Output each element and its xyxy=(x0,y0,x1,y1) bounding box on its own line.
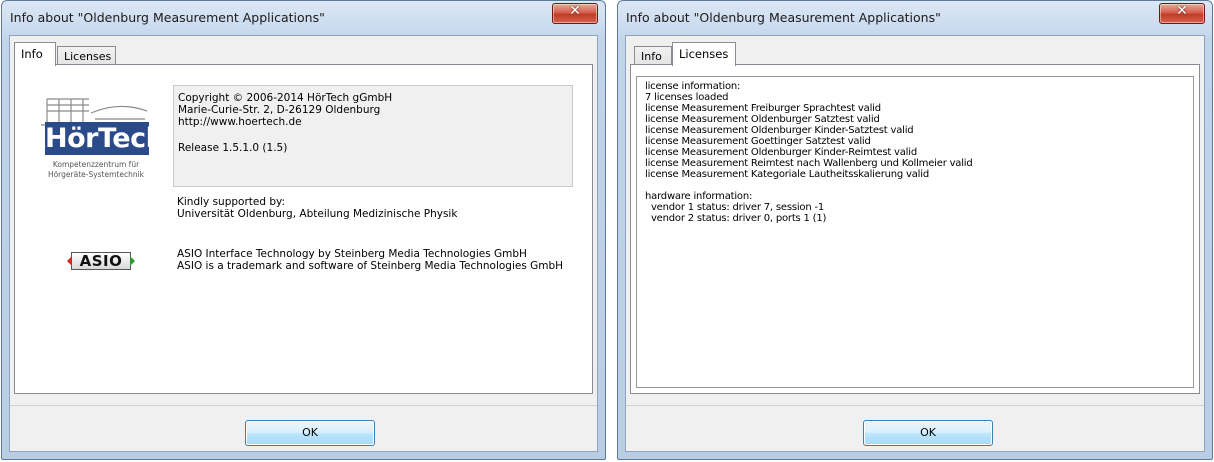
licenses-tab-page: license information: 7 licenses loaded l… xyxy=(630,64,1200,394)
tab-info[interactable]: Info xyxy=(634,46,672,66)
asio-text-2: ASIO is a trademark and software of Stei… xyxy=(177,260,564,272)
tab-info[interactable]: Info xyxy=(14,42,56,66)
logo-wordmark: HörTech xyxy=(45,122,165,155)
title-bar[interactable]: Info about "Oldenburg Measurement Applic… xyxy=(618,1,1212,35)
ok-button[interactable]: OK xyxy=(245,420,375,446)
license-line: license Measurement Oldenburger Kinder-R… xyxy=(645,147,917,158)
license-line: license Measurement Oldenburger Satztest… xyxy=(645,114,880,125)
support-text: Universität Oldenburg, Abteilung Medizin… xyxy=(177,208,458,220)
about-dialog-info: Info about "Oldenburg Measurement Applic… xyxy=(1,0,606,460)
address-text: Marie-Curie-Str. 2, D-26129 Oldenburg xyxy=(178,104,381,116)
support-heading: Kindly supported by: xyxy=(177,196,286,208)
tab-licenses[interactable]: Licenses xyxy=(672,42,736,66)
website-link[interactable]: http://www.hoertech.de xyxy=(178,116,302,128)
asio-text-1: ASIO Interface Technology by Steinberg M… xyxy=(177,248,527,260)
close-icon: ✕ xyxy=(569,3,581,19)
license-line: vendor 2 status: driver 0, ports 1 (1) xyxy=(645,213,827,224)
info-tab-page: HörTech Kompetenzzentrum für Hörgeräte-S… xyxy=(14,64,593,394)
dialog-client-area: Info Licenses license information: 7 lic… xyxy=(625,35,1205,452)
license-line: license Measurement Oldenburger Kinder-S… xyxy=(645,125,914,136)
asio-logo: ASIO xyxy=(67,252,135,270)
title-bar[interactable]: Info about "Oldenburg Measurement Applic… xyxy=(2,1,605,35)
window-title: Info about "Oldenburg Measurement Applic… xyxy=(626,10,941,25)
dialog-client-area: Info Licenses HörTech Kompetenzzentrum f… xyxy=(9,35,598,452)
license-info-textbox[interactable]: license information: 7 licenses loaded l… xyxy=(636,76,1194,388)
release-text: Release 1.5.1.0 (1.5) xyxy=(178,142,288,154)
tab-strip: Info Licenses xyxy=(14,41,593,66)
license-line: license Measurement Reimtest nach Wallen… xyxy=(645,158,973,169)
asio-red-arrow xyxy=(67,256,72,266)
license-line: vendor 1 status: driver 7, session -1 xyxy=(645,202,825,213)
about-dialog-licenses: Info about "Oldenburg Measurement Applic… xyxy=(617,0,1213,460)
separator xyxy=(626,405,1204,406)
ok-button[interactable]: OK xyxy=(863,420,993,446)
license-line: license Measurement Freiburger Sprachtes… xyxy=(645,103,881,114)
close-icon: ✕ xyxy=(1176,3,1188,19)
logo-subtitle-2: Hörgeräte-Systemtechnik xyxy=(47,170,145,179)
hoertech-logo: HörTech Kompetenzzentrum für Hörgeräte-S… xyxy=(33,85,165,187)
license-line: license Measurement Kategoriale Lautheit… xyxy=(645,169,929,180)
tab-strip: Info Licenses xyxy=(630,41,1200,66)
asio-logo-text: ASIO xyxy=(79,252,123,270)
logo-subtitle-1: Kompetenzzentrum für xyxy=(52,160,140,169)
license-line: license information: xyxy=(645,81,741,92)
license-line: 7 licenses loaded xyxy=(645,92,729,103)
license-line: hardware information: xyxy=(645,191,753,202)
window-title: Info about "Oldenburg Measurement Applic… xyxy=(10,10,325,25)
close-button[interactable]: ✕ xyxy=(552,3,598,24)
copyright-panel: Copyright © 2006-2014 HörTech gGmbH Mari… xyxy=(173,85,573,187)
close-button[interactable]: ✕ xyxy=(1159,3,1205,24)
tab-licenses[interactable]: Licenses xyxy=(57,46,116,66)
license-line: license Measurement Goettinger Satztest … xyxy=(645,136,871,147)
copyright-text: Copyright © 2006-2014 HörTech gGmbH xyxy=(178,92,393,104)
asio-green-arrow xyxy=(130,256,135,266)
separator xyxy=(10,405,597,406)
